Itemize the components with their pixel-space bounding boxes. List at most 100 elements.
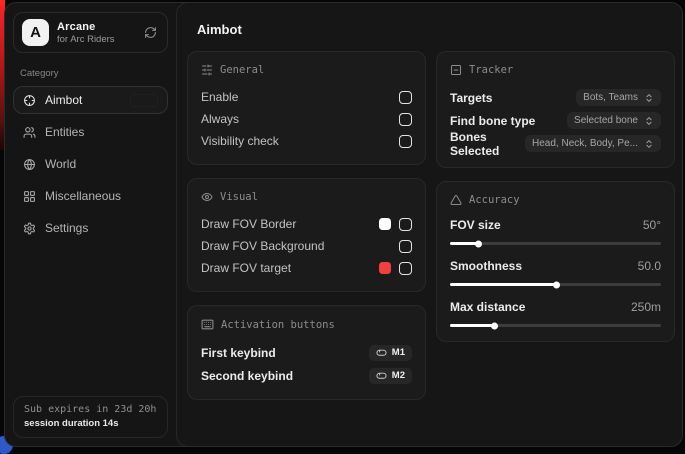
eye-icon <box>201 191 213 203</box>
setting-row: Targets Bots, Teams <box>450 86 661 109</box>
card-title: Tracker <box>469 64 513 76</box>
always-checkbox[interactable] <box>399 113 412 126</box>
card-activation-buttons: Activation buttons First keybind M1 Seco… <box>187 305 426 400</box>
setting-label: First keybind <box>201 346 276 360</box>
main-panel: Aimbot General Enable Alw <box>176 2 683 447</box>
chevrons-up-down-icon <box>644 116 654 126</box>
sidebar-item-miscellaneous[interactable]: Miscellaneous <box>13 182 168 210</box>
mouse-icon <box>376 347 387 358</box>
app-name: Arcane <box>57 21 115 33</box>
slider-thumb[interactable] <box>491 322 498 329</box>
setting-row: Draw FOV Border <box>201 213 412 235</box>
find-bone-type-dropdown[interactable]: Selected bone <box>567 112 661 129</box>
sliders-icon <box>201 64 213 76</box>
setting-label: Smoothness <box>450 259 522 273</box>
card-title: General <box>220 64 264 76</box>
triangle-icon <box>450 194 462 206</box>
fov-border-color-swatch[interactable] <box>379 218 391 230</box>
gear-icon <box>23 222 36 235</box>
setting-label: Always <box>201 112 239 126</box>
slider-thumb[interactable] <box>553 281 560 288</box>
max-distance-slider[interactable] <box>450 324 661 327</box>
slider-group: Smoothness 50.0 <box>450 257 661 286</box>
page-title: Aimbot <box>197 22 665 37</box>
setting-label: Visibility check <box>201 134 279 148</box>
globe-icon <box>23 158 36 171</box>
card-visual: Visual Draw FOV Border Draw FOV Backgrou… <box>187 178 426 292</box>
card-general: General Enable Always Visibility check <box>187 51 426 165</box>
slider-value: 50.0 <box>638 259 661 273</box>
setting-row: Always <box>201 108 412 130</box>
setting-row: Enable <box>201 86 412 108</box>
chevrons-up-down-icon <box>644 93 654 103</box>
draw-fov-target-checkbox[interactable] <box>399 262 412 275</box>
setting-row: Draw FOV target <box>201 257 412 279</box>
enable-checkbox[interactable] <box>399 91 412 104</box>
subscription-info: Sub expires in 23d 20h session duration … <box>13 396 168 438</box>
grid-icon <box>23 190 36 203</box>
sidebar-item-label: Aimbot <box>45 93 82 107</box>
smoothness-slider[interactable] <box>450 283 661 286</box>
app-subtitle: for Arc Riders <box>57 34 115 45</box>
setting-label: Targets <box>450 91 492 105</box>
sidebar-item-label: Settings <box>45 221 88 235</box>
first-keybind-button[interactable]: M1 <box>369 345 412 361</box>
card-accuracy: Accuracy FOV size 50° <box>436 181 675 342</box>
setting-row: Draw FOV Background <box>201 235 412 257</box>
draw-fov-background-checkbox[interactable] <box>399 240 412 253</box>
sidebar-item-aimbot[interactable]: Aimbot <box>13 86 168 114</box>
draw-fov-border-checkbox[interactable] <box>399 218 412 231</box>
slider-group: FOV size 50° <box>450 216 661 245</box>
fov-size-slider[interactable] <box>450 242 661 245</box>
keybind-value: M2 <box>392 370 405 381</box>
sidebar-item-entities[interactable]: Entities <box>13 118 168 146</box>
setting-row: Visibility check <box>201 130 412 152</box>
sidebar-item-settings[interactable]: Settings <box>13 214 168 242</box>
chevrons-up-down-icon <box>644 139 654 149</box>
second-keybind-button[interactable]: M2 <box>369 368 412 384</box>
dropdown-value: Head, Neck, Body, Pe... <box>532 138 638 149</box>
mouse-icon <box>376 370 387 381</box>
targets-dropdown[interactable]: Bots, Teams <box>576 89 661 106</box>
slider-thumb[interactable] <box>475 240 482 247</box>
setting-row: Bones Selected Head, Neck, Body, Pe... <box>450 132 661 155</box>
app-logo-letter: A <box>30 24 41 41</box>
setting-label: Bones Selected <box>450 130 525 158</box>
setting-label: Find bone type <box>450 114 535 128</box>
card-tracker: Tracker Targets Bots, Teams Find bone ty… <box>436 51 675 168</box>
app-window: A Arcane for Arc Riders Category Aimbot <box>4 2 683 447</box>
dropdown-value: Selected bone <box>574 115 638 126</box>
screen: { "app": { "name": "Arcane", "subtitle":… <box>0 0 685 449</box>
setting-label: Draw FOV Background <box>201 239 324 253</box>
crosshair-icon <box>23 94 36 107</box>
setting-row: First keybind M1 <box>201 341 412 364</box>
sidebar: A Arcane for Arc Riders Category Aimbot <box>5 3 176 446</box>
session-duration-text: session duration 14s <box>24 418 157 429</box>
sidebar-item-label: Miscellaneous <box>45 189 121 203</box>
sidebar-item-label: World <box>45 157 76 171</box>
keyboard-icon <box>201 318 214 331</box>
sidebar-item-world[interactable]: World <box>13 150 168 178</box>
keybind-value: M1 <box>392 347 405 358</box>
sub-expiry-text: Sub expires in 23d 20h <box>24 404 157 415</box>
setting-label: Max distance <box>450 300 525 314</box>
app-header: A Arcane for Arc Riders <box>13 12 168 53</box>
setting-label: Second keybind <box>201 369 293 383</box>
visibility-check-checkbox[interactable] <box>399 135 412 148</box>
bones-selected-dropdown[interactable]: Head, Neck, Body, Pe... <box>525 135 661 152</box>
fov-target-color-swatch[interactable] <box>379 262 391 274</box>
square-minus-icon <box>450 64 462 76</box>
sidebar-nav: Aimbot Entities World Miscellaneous <box>13 86 168 246</box>
setting-row: Second keybind M2 <box>201 364 412 387</box>
card-title: Accuracy <box>469 194 520 206</box>
slider-group: Max distance 250m <box>450 298 661 327</box>
card-title: Activation buttons <box>221 319 335 331</box>
setting-label: Draw FOV Border <box>201 217 296 231</box>
category-label: Category <box>20 68 161 79</box>
dropdown-value: Bots, Teams <box>583 92 638 103</box>
setting-label: FOV size <box>450 218 501 232</box>
refresh-icon[interactable] <box>142 24 159 41</box>
sidebar-item-label: Entities <box>45 125 84 139</box>
right-column: Tracker Targets Bots, Teams Find bone ty… <box>436 51 675 342</box>
aimbot-keybind-hint <box>130 94 158 107</box>
